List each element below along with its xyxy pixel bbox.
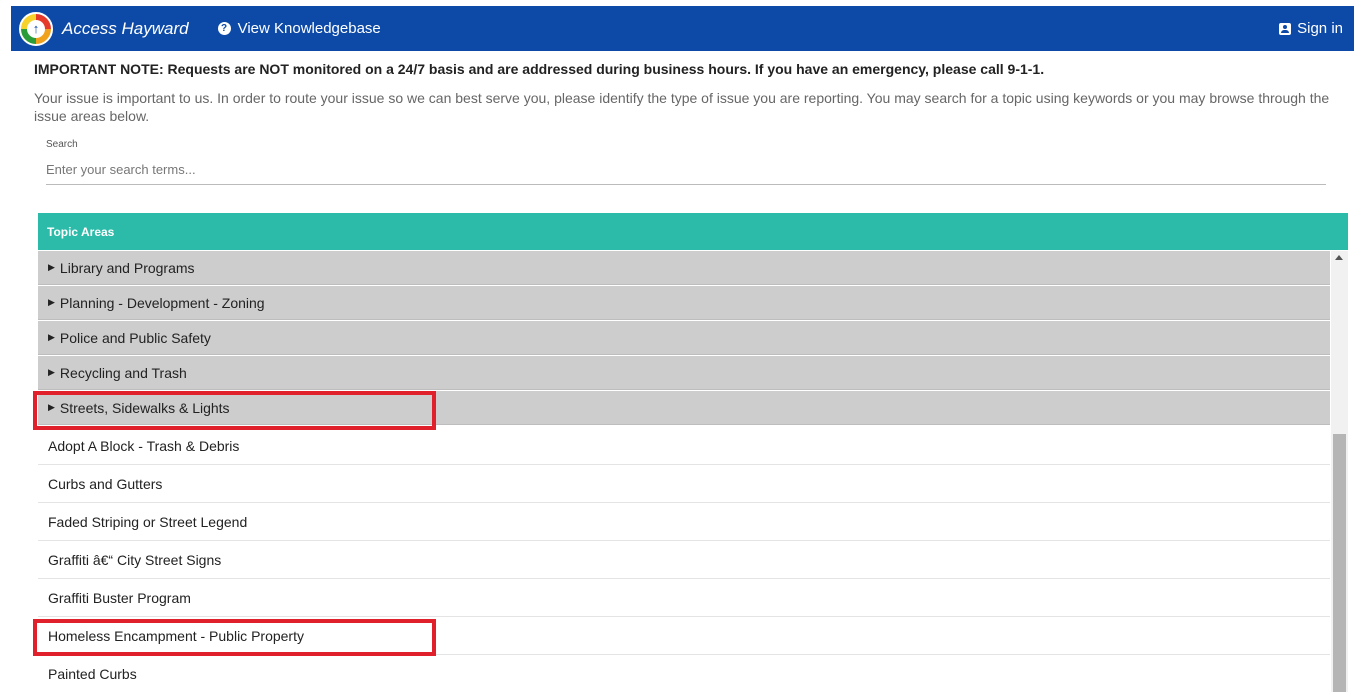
category-label: Library and Programs — [59, 259, 195, 276]
category-label: Streets, Sidewalks & Lights — [59, 399, 230, 416]
topic-item-label: Curbs and Gutters — [48, 475, 163, 492]
access-hayward-logo[interactable]: ↑ — [19, 11, 53, 46]
topic-item[interactable]: Curbs and Gutters — [38, 465, 1330, 503]
caret-right-icon: ▶ — [48, 367, 55, 377]
category-streets-sidewalks-lights[interactable]: ▶ Streets, Sidewalks & Lights — [38, 391, 1330, 425]
knowledgebase-label: View Knowledgebase — [237, 20, 381, 37]
topic-item-label: Graffiti â€“ City Street Signs — [48, 551, 222, 568]
intro-text: Your issue is important to us. In order … — [34, 90, 1330, 124]
search-input[interactable] — [46, 155, 1326, 185]
topic-item[interactable]: Painted Curbs — [38, 655, 1330, 692]
question-circle-icon: ? — [217, 22, 231, 35]
topic-item[interactable]: Adopt A Block - Trash & Debris — [38, 427, 1330, 465]
view-knowledgebase-link[interactable]: ? View Knowledgebase — [217, 20, 381, 37]
topic-areas-header: Topic Areas — [38, 213, 1348, 250]
arrow-up-icon: ↑ — [27, 19, 45, 38]
topic-item-label: Homeless Encampment - Public Property — [48, 627, 304, 644]
category-label: Police and Public Safety — [59, 329, 211, 346]
sign-in-button[interactable]: Sign in — [1279, 20, 1343, 37]
topic-item-label: Faded Striping or Street Legend — [48, 513, 248, 530]
category-label: Planning - Development - Zoning — [59, 294, 265, 311]
topic-list: ▶ Library and Programs ▶ Planning - Deve… — [38, 251, 1348, 692]
category-police-and-public-safety[interactable]: ▶ Police and Public Safety — [38, 321, 1330, 355]
caret-right-icon: ▶ — [48, 262, 55, 272]
scrollbar-thumb[interactable] — [1333, 434, 1346, 692]
topic-item[interactable]: Homeless Encampment - Public Property — [38, 617, 1330, 655]
topic-item-label: Painted Curbs — [48, 665, 137, 682]
topic-item-label: Adopt A Block - Trash & Debris — [48, 437, 240, 454]
caret-right-icon: ▶ — [48, 402, 55, 412]
category-label: Recycling and Trash — [59, 364, 187, 381]
category-library-and-programs[interactable]: ▶ Library and Programs — [38, 251, 1330, 285]
search-label: Search — [46, 139, 78, 150]
important-note: IMPORTANT NOTE: Requests are NOT monitor… — [34, 61, 1045, 77]
topic-item[interactable]: Faded Striping or Street Legend — [38, 503, 1330, 541]
category-recycling-and-trash[interactable]: ▶ Recycling and Trash — [38, 356, 1330, 390]
top-navbar: ↑ Access Hayward ? View Knowledgebase Si… — [11, 6, 1354, 51]
topic-list-scrollbar[interactable] — [1331, 251, 1348, 692]
scroll-up-arrow-icon[interactable] — [1335, 255, 1343, 260]
caret-right-icon: ▶ — [48, 332, 55, 342]
caret-right-icon: ▶ — [48, 297, 55, 307]
brand-title[interactable]: Access Hayward — [62, 19, 189, 39]
topic-item[interactable]: Graffiti â€“ City Street Signs — [38, 541, 1330, 579]
sign-in-label: Sign in — [1297, 20, 1343, 37]
topic-item-label: Graffiti Buster Program — [48, 589, 191, 606]
topic-item[interactable]: Graffiti Buster Program — [38, 579, 1330, 617]
user-card-icon — [1279, 22, 1292, 35]
category-planning-development-zoning[interactable]: ▶ Planning - Development - Zoning — [38, 286, 1330, 320]
